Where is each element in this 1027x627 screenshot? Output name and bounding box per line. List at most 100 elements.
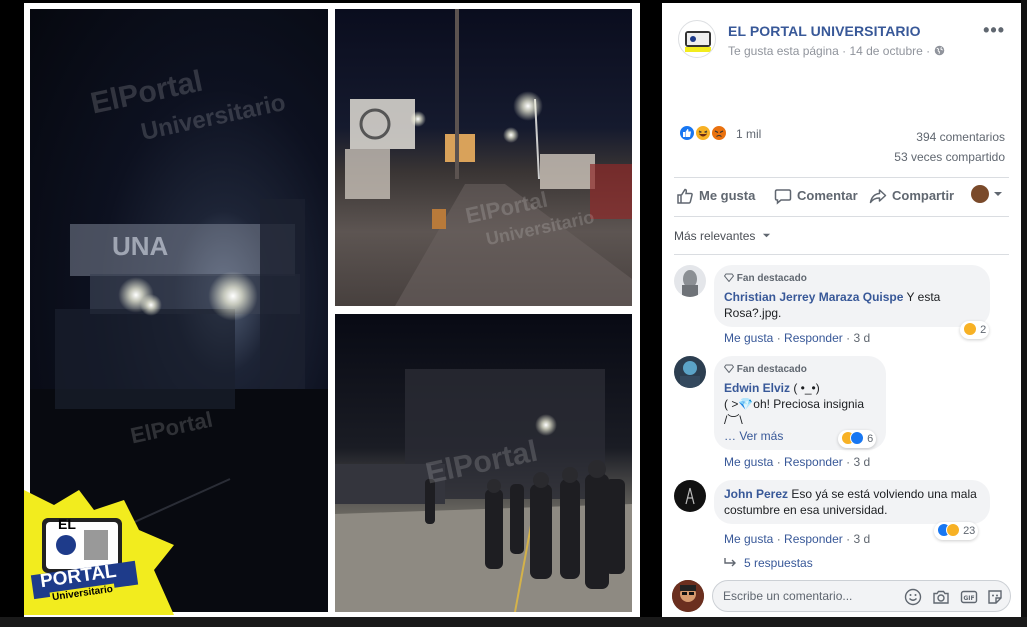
reply-arrow-icon: [724, 558, 736, 567]
comment-filter-dropdown[interactable]: Más relevantes: [674, 229, 771, 243]
comment-time[interactable]: 3 d: [853, 331, 870, 345]
caret-down-icon: [762, 233, 770, 238]
page-name-link[interactable]: EL PORTAL UNIVERSITARIO: [728, 23, 921, 39]
reaction-count[interactable]: 1 mil: [736, 127, 761, 141]
lamp-light: [208, 271, 258, 321]
share-label: Compartir: [892, 188, 955, 203]
portal-universitario-logo: EL PORTAL Universitario: [24, 490, 174, 615]
fan-badge: Fan destacado: [723, 271, 980, 287]
comment-bubble: John Perez Eso yá se está volviendo una …: [714, 480, 990, 524]
divider: [674, 216, 1009, 217]
commenter-avatar[interactable]: [674, 265, 706, 297]
comment-actions: Me gusta · Responder · 3 d: [724, 455, 871, 469]
haha-icon: [946, 523, 960, 537]
globe-icon: [934, 45, 944, 56]
meta-separator: ·: [926, 44, 931, 58]
comment-like-link[interactable]: Me gusta: [724, 331, 773, 345]
facebook-photo-viewer: UNA ElPortal Universitario ElPortal ElPo…: [0, 0, 1027, 627]
comment-input-wrapper: GIF: [712, 580, 1011, 612]
angry-icon: [710, 124, 728, 142]
page-avatar[interactable]: [678, 20, 716, 58]
lamp-light: [140, 294, 162, 316]
commenter-avatar[interactable]: [674, 356, 706, 388]
see-more-link[interactable]: … Ver más: [724, 429, 783, 443]
my-avatar: [672, 580, 704, 612]
comment-reaction-count: 23: [963, 525, 976, 537]
fan-badge-label: Fan destacado: [736, 364, 807, 375]
street-lamp: [410, 111, 426, 127]
comment-reaction-count: 6: [867, 433, 874, 445]
comment-filter-label: Más relevantes: [674, 229, 756, 243]
profile-avatar-small: [970, 185, 989, 203]
comment-button[interactable]: Comentar: [774, 187, 858, 205]
replies-label: 5 respuestas: [744, 556, 813, 570]
view-replies-link[interactable]: 5 respuestas: [724, 556, 813, 570]
divider: [674, 177, 1009, 178]
gate-sign: UNA: [112, 231, 169, 261]
comment-actions: Me gusta · Responder · 3 d: [724, 532, 871, 546]
street-lights-scene: [345, 9, 632, 306]
logo-text-el: EL: [58, 516, 76, 532]
comment-author[interactable]: John Perez: [724, 487, 788, 501]
gif-icon[interactable]: GIF: [960, 588, 978, 606]
divider: [674, 254, 1009, 255]
share-button[interactable]: Compartir: [869, 187, 954, 205]
commenter-avatar[interactable]: [674, 480, 706, 512]
lamp-light: [535, 414, 557, 436]
bottom-strip: [0, 617, 1027, 627]
comment-time[interactable]: 3 d: [853, 532, 870, 546]
thumbs-up-icon: [677, 188, 693, 204]
street-lamp: [503, 127, 519, 143]
comment-input[interactable]: [723, 581, 883, 611]
haha-icon: [694, 124, 712, 142]
photo-crowd: ElPortal: [335, 314, 632, 612]
comment-composer: GIF: [672, 578, 1011, 614]
meta-separator: ·: [842, 44, 847, 58]
photo-viewer[interactable]: UNA ElPortal Universitario ElPortal ElPo…: [0, 0, 662, 627]
like-button[interactable]: Me gusta: [676, 187, 755, 205]
comments-count[interactable]: 394 comentarios: [894, 127, 1005, 147]
liked-page-label[interactable]: Te gusta esta página: [728, 44, 839, 58]
comment-text: /︶\: [724, 413, 743, 427]
comment-reaction-count: 2: [980, 324, 987, 336]
diamond-icon: [723, 273, 735, 283]
comment-time[interactable]: 3 d: [853, 455, 870, 469]
fan-badge: Fan destacado: [723, 362, 876, 378]
comment-reactions[interactable]: 6: [838, 430, 877, 448]
shares-count[interactable]: 53 veces compartido: [894, 147, 1005, 167]
like-label: Me gusta: [699, 188, 756, 203]
post-sidebar: EL PORTAL UNIVERSITARIO Te gusta esta pá…: [662, 3, 1021, 617]
haha-icon: [963, 322, 977, 336]
post-stats: 394 comentarios 53 veces compartido: [894, 127, 1005, 167]
post-header: EL PORTAL UNIVERSITARIO Te gusta esta pá…: [678, 16, 1011, 66]
comment-reply-link[interactable]: Responder: [784, 532, 843, 546]
street-lamp: [513, 91, 543, 121]
fan-badge-label: Fan destacado: [736, 273, 807, 284]
photo-street-lights: ElPortal Universitario: [335, 9, 632, 306]
sticker-icon[interactable]: [986, 588, 1004, 606]
share-icon: [869, 189, 887, 204]
svg-text:GIF: GIF: [963, 595, 974, 602]
comment-bubble: Fan destacado Christian Jerrey Maraza Qu…: [714, 265, 990, 327]
scrollbar-gutter: [1021, 0, 1027, 627]
comment-text: ( >💎oh! Preciosa insignia: [724, 397, 865, 411]
post-date[interactable]: 14 de octubre: [849, 44, 922, 58]
comment-reactions[interactable]: 23: [934, 522, 979, 540]
comment-like-link[interactable]: Me gusta: [724, 532, 773, 546]
comment-reply-link[interactable]: Responder: [784, 455, 843, 469]
post-meta: Te gusta esta página · 14 de octubre ·: [728, 44, 945, 58]
comment-author[interactable]: Christian Jerrey Maraza Quispe: [724, 290, 903, 304]
comment-actions: Me gusta · Responder · 3 d: [724, 331, 871, 345]
more-options-button[interactable]: •••: [983, 20, 1005, 41]
comment-text: ( •_•): [790, 381, 820, 395]
like-icon: [850, 431, 864, 445]
comment-icon: [774, 189, 792, 205]
comment-reply-link[interactable]: Responder: [784, 331, 843, 345]
comment-reactions[interactable]: 2: [960, 321, 990, 339]
emoji-icon[interactable]: [904, 588, 922, 606]
comment-like-link[interactable]: Me gusta: [724, 455, 773, 469]
diamond-icon: [723, 364, 735, 374]
share-as-menu[interactable]: [970, 185, 1003, 203]
camera-icon[interactable]: [932, 588, 950, 606]
comment-author[interactable]: Edwin Elviz: [724, 381, 790, 395]
